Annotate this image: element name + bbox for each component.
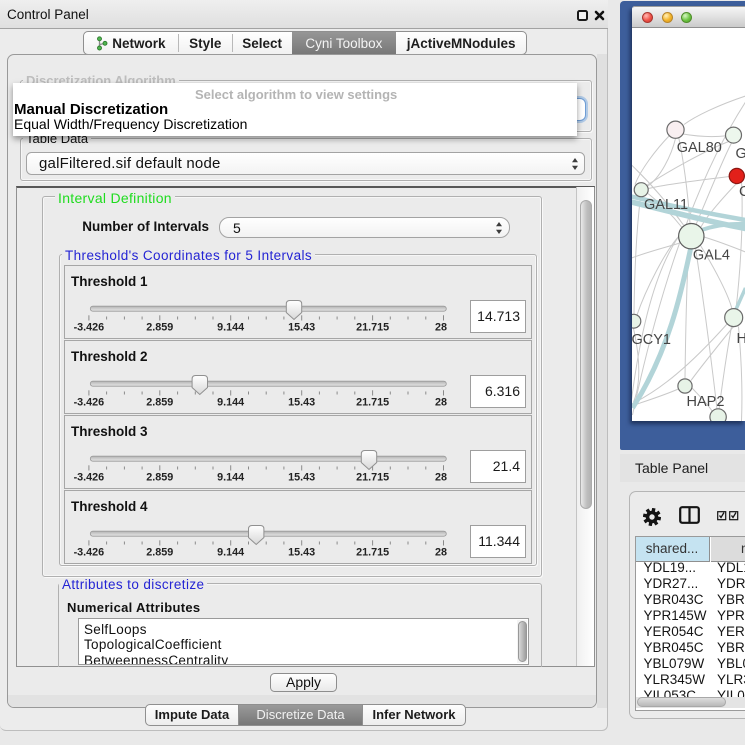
svg-text:28: 28	[435, 396, 447, 408]
svg-text:15.43: 15.43	[288, 396, 315, 408]
svg-text:-3.426: -3.426	[74, 396, 105, 408]
svg-text:21.715: 21.715	[356, 546, 389, 558]
svg-text:GCY1: GCY1	[632, 332, 671, 348]
svg-text:9.144: 9.144	[217, 471, 244, 483]
svg-text:9.144: 9.144	[217, 396, 244, 408]
svg-text:21.715: 21.715	[356, 321, 389, 333]
svg-text:-3.426: -3.426	[74, 546, 105, 558]
svg-text:28: 28	[435, 546, 447, 558]
svg-text:9.144: 9.144	[217, 321, 244, 333]
svg-text:GAL4: GAL4	[692, 248, 729, 264]
svg-text:GAL80: GAL80	[676, 140, 721, 156]
svg-text:H: H	[736, 331, 745, 347]
svg-text:HAP2: HAP2	[686, 394, 724, 410]
svg-text:15.43: 15.43	[288, 546, 315, 558]
svg-text:GAL11: GAL11	[644, 197, 688, 213]
svg-text:2.859: 2.859	[146, 471, 173, 483]
svg-text:21.715: 21.715	[356, 396, 389, 408]
svg-text:15.43: 15.43	[288, 321, 315, 333]
svg-text:-3.426: -3.426	[74, 321, 105, 333]
svg-text:9.144: 9.144	[217, 546, 244, 558]
svg-text:CA: CA	[739, 184, 745, 200]
svg-text:2.859: 2.859	[146, 321, 173, 333]
svg-text:15.43: 15.43	[288, 471, 315, 483]
svg-text:28: 28	[435, 471, 447, 483]
svg-text:2.859: 2.859	[146, 546, 173, 558]
svg-text:28: 28	[435, 321, 447, 333]
svg-text:2.859: 2.859	[146, 396, 173, 408]
svg-text:21.715: 21.715	[356, 471, 389, 483]
svg-text:GA: GA	[735, 146, 745, 162]
svg-text:-3.426: -3.426	[74, 471, 105, 483]
